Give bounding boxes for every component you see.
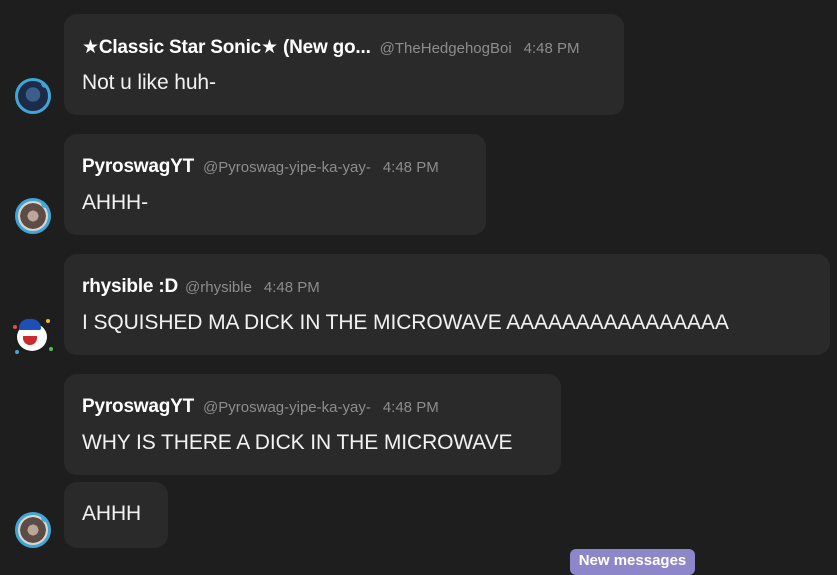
message-text: AHHH	[82, 502, 142, 525]
avatar-status-dot	[41, 201, 48, 208]
avatar-sparkle	[13, 325, 17, 329]
message-bubble[interactable]: rhysible :D @rhysible 4:48 PM I SQUISHED…	[64, 254, 830, 355]
user-avatar[interactable]	[13, 317, 53, 357]
message-header: ★Classic Star Sonic★ (New go... @TheHedg…	[82, 36, 606, 58]
message-timestamp: 4:48 PM	[382, 159, 439, 176]
avatar-sparkle	[49, 347, 53, 351]
avatar-status-dot	[41, 81, 48, 88]
author-name[interactable]: PyroswagYT	[82, 396, 194, 418]
author-handle[interactable]: @rhysible	[185, 279, 252, 296]
message-text: WHY IS THERE A DICK IN THE MICROWAVE	[82, 431, 513, 454]
new-messages-button[interactable]: New messages	[570, 549, 695, 575]
message-timestamp: 4:48 PM	[382, 399, 439, 416]
author-handle[interactable]: @Pyroswag-yipe-ka-yay-	[203, 159, 371, 176]
message-header: rhysible :D @rhysible 4:48 PM	[82, 276, 812, 298]
avatar-cap	[19, 319, 41, 330]
avatar-sparkle	[46, 319, 50, 323]
message-header: PyroswagYT @Pyroswag-yipe-ka-yay- 4:48 P…	[82, 396, 543, 418]
user-avatar[interactable]	[15, 198, 51, 234]
user-avatar[interactable]	[15, 512, 51, 548]
avatar-sparkle	[15, 350, 19, 354]
avatar-status-dot	[41, 515, 48, 522]
message-text: AHHH-	[82, 191, 148, 214]
message-header: PyroswagYT @Pyroswag-yipe-ka-yay- 4:48 P…	[82, 156, 468, 178]
message-text: I SQUISHED MA DICK IN THE MICROWAVE AAAA…	[82, 311, 729, 334]
message-bubble[interactable]: ★Classic Star Sonic★ (New go... @TheHedg…	[64, 14, 624, 115]
author-name[interactable]: ★Classic Star Sonic★ (New go...	[82, 36, 371, 59]
message-bubble[interactable]: PyroswagYT @Pyroswag-yipe-ka-yay- 4:48 P…	[64, 374, 561, 475]
author-handle[interactable]: @TheHedgehogBoi	[380, 40, 512, 57]
author-handle[interactable]: @Pyroswag-yipe-ka-yay-	[203, 399, 371, 416]
user-avatar[interactable]	[15, 78, 51, 114]
message-bubble[interactable]: PyroswagYT @Pyroswag-yipe-ka-yay- 4:48 P…	[64, 134, 486, 235]
message-timestamp: 4:48 PM	[523, 40, 580, 57]
author-name[interactable]: rhysible :D	[82, 276, 178, 298]
chat-message-list: ★Classic Star Sonic★ (New go... @TheHedg…	[0, 0, 837, 575]
message-text: Not u like huh-	[82, 71, 216, 94]
author-name[interactable]: PyroswagYT	[82, 156, 194, 178]
message-bubble[interactable]: AHHH	[64, 482, 168, 548]
message-timestamp: 4:48 PM	[263, 279, 320, 296]
